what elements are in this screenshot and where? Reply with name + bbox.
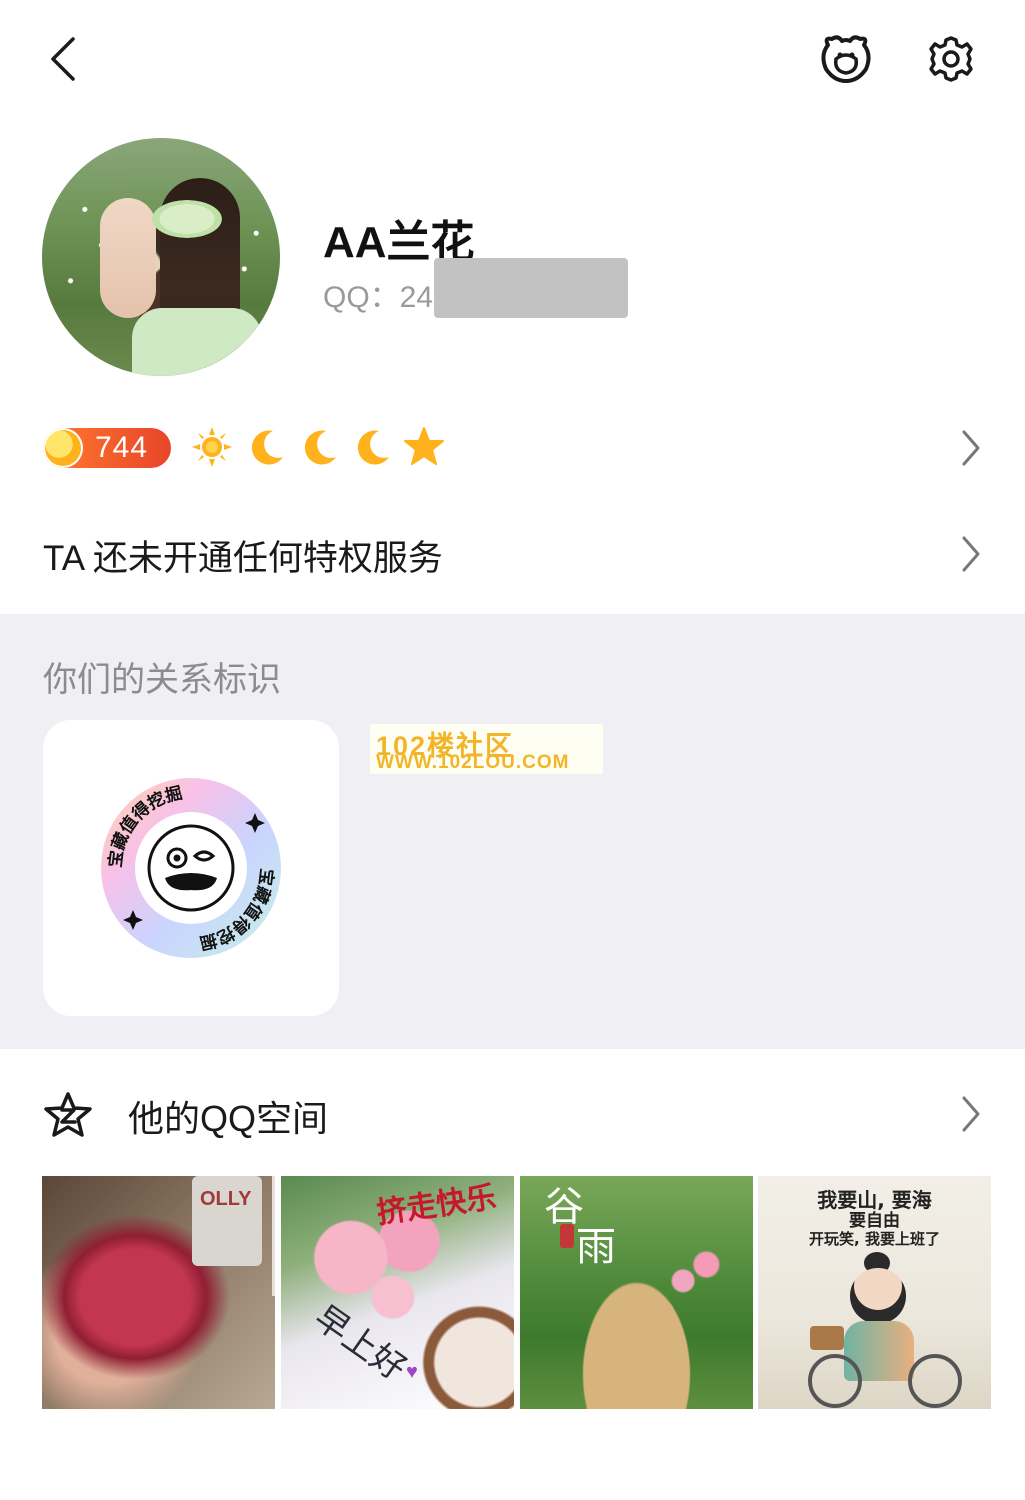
photo-caption: 开玩笑, 我要上班了 bbox=[809, 1230, 940, 1248]
qq-number: QQ：24 bbox=[323, 281, 434, 314]
zone-photo[interactable]: 我要山, 要海 要自由 开玩笑, 我要上班了 bbox=[758, 1176, 991, 1409]
moon-icon bbox=[251, 430, 283, 465]
chevron-right-icon bbox=[962, 1096, 980, 1132]
chevron-right-icon bbox=[962, 430, 980, 466]
moon-icon bbox=[357, 430, 389, 465]
chevron-right-icon bbox=[962, 536, 980, 572]
level-value: 744 bbox=[95, 431, 149, 464]
privilege-row[interactable]: TA 还未开通任何特权服务 bbox=[0, 514, 1025, 594]
illustration-wheel bbox=[908, 1354, 962, 1408]
avatar-dress bbox=[132, 308, 262, 376]
illustration-head bbox=[850, 1268, 906, 1324]
illustration-wheel bbox=[808, 1354, 862, 1408]
relation-badge-card[interactable]: 宝藏值得挖掘 宝藏值得挖掘 bbox=[43, 720, 339, 1016]
photo-caption: 挤走快乐 bbox=[374, 1179, 499, 1232]
pet-face-icon bbox=[821, 35, 871, 83]
watermark-line2: WWW.102LOU.COM bbox=[376, 752, 570, 773]
star-icon bbox=[404, 427, 444, 465]
level-badge: 744 bbox=[43, 428, 171, 468]
qq-zone-label: 他的QQ空间 bbox=[128, 1098, 329, 1139]
zone-photo[interactable]: 挤走快乐 早上好 ♥ bbox=[281, 1176, 514, 1409]
qq-zone-row[interactable]: 他的QQ空间 bbox=[0, 1070, 1025, 1160]
photo-caption: OLLY bbox=[200, 1188, 252, 1210]
moon-icon bbox=[304, 430, 336, 465]
sun-icon bbox=[192, 427, 232, 467]
photo-caption: 早上好 bbox=[306, 1297, 414, 1390]
settings-button[interactable] bbox=[922, 30, 980, 88]
pet-button[interactable] bbox=[816, 32, 876, 86]
treasure-badge-icon: 宝藏值得挖掘 宝藏值得挖掘 bbox=[101, 778, 281, 958]
qq-number-redaction bbox=[434, 258, 628, 318]
zone-photo[interactable]: OLLY bbox=[42, 1176, 275, 1409]
coin-icon bbox=[43, 428, 83, 468]
seal-stamp bbox=[560, 1224, 574, 1248]
privilege-text: TA 还未开通任何特权服务 bbox=[43, 539, 443, 578]
heart-icon: ♥ bbox=[406, 1361, 418, 1383]
chevron-left-icon bbox=[51, 37, 75, 81]
qzone-star-icon bbox=[44, 1092, 92, 1137]
photo-jar bbox=[272, 1176, 275, 1296]
illustration-basket bbox=[810, 1326, 844, 1350]
avatar-arm bbox=[100, 198, 156, 318]
avatar-bow bbox=[152, 200, 222, 238]
zone-photo[interactable]: 谷 雨 bbox=[520, 1176, 753, 1409]
watermark: 102楼社区 WWW.102LOU.COM bbox=[370, 724, 603, 774]
back-button[interactable] bbox=[40, 34, 84, 84]
gear-icon bbox=[929, 36, 973, 82]
relation-title: 你们的关系标识 bbox=[43, 661, 281, 699]
avatar[interactable] bbox=[42, 138, 280, 376]
photo-caption: 雨 bbox=[576, 1224, 616, 1270]
level-row[interactable]: 744 bbox=[0, 410, 1025, 490]
